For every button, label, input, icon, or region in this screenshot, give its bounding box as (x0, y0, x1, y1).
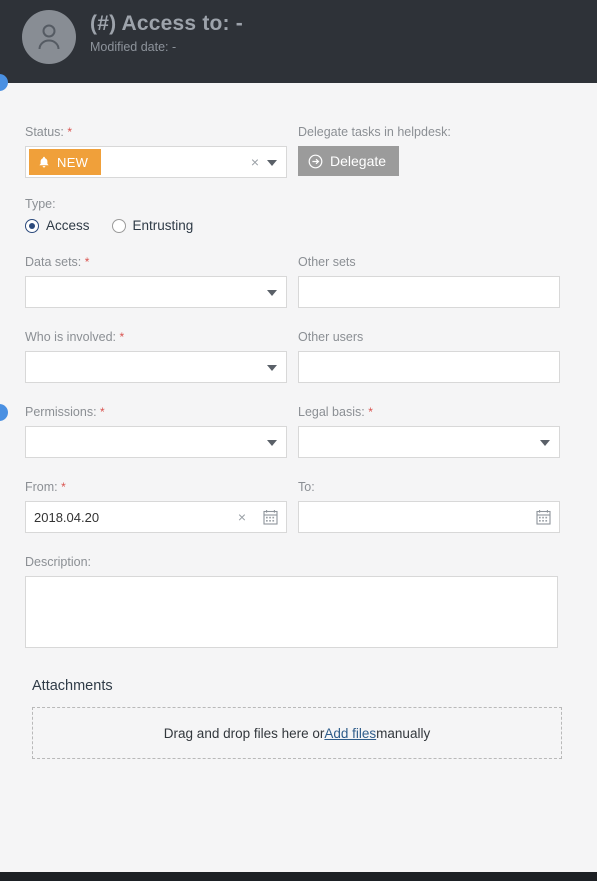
description-label: Description: (25, 555, 91, 569)
other-sets-group: Other sets (298, 254, 560, 308)
description-textarea[interactable] (25, 576, 558, 648)
modified-date: Modified date: - (90, 40, 177, 54)
row-dates: From: * 2018.04.20 × To: (25, 479, 572, 533)
required-marker: * (84, 255, 90, 269)
access-form: Status: * NEW × Delegate tasks in helpde… (25, 124, 572, 759)
legal-basis-group: Legal basis: * (298, 404, 560, 458)
from-date-clear-icon[interactable]: × (238, 509, 246, 525)
chevron-down-icon[interactable] (540, 440, 550, 446)
from-date-value: 2018.04.20 (34, 509, 100, 525)
user-avatar-icon (22, 10, 76, 64)
legal-basis-label: Legal basis: * (298, 405, 373, 419)
other-users-group: Other users (298, 329, 560, 383)
radio-access-label: Access (46, 218, 90, 233)
page-title: (#) Access to: - (90, 12, 243, 35)
arrow-circle-right-icon (308, 154, 323, 169)
other-users-label: Other users (298, 330, 364, 344)
other-users-input[interactable] (298, 351, 560, 383)
chevron-down-icon[interactable] (267, 440, 277, 446)
type-group: Type: Access Entrusting (25, 196, 572, 233)
radio-entrusting-control[interactable] (111, 218, 126, 233)
radio-access-control[interactable] (25, 218, 39, 233)
to-group: To: (298, 479, 560, 533)
to-label: To: (298, 480, 315, 494)
status-badge: NEW (29, 149, 102, 175)
dropzone-text-before: Drag and drop files here or (163, 725, 325, 741)
to-date-input[interactable] (298, 501, 560, 533)
row-status: Status: * NEW × Delegate tasks in helpde… (25, 124, 572, 178)
required-marker: * (67, 125, 73, 139)
row-data-sets: Data sets: * Other sets (25, 254, 572, 308)
permissions-label: Permissions: * (25, 405, 105, 419)
radio-entrusting[interactable]: Entrusting (111, 218, 194, 233)
required-marker: * (100, 405, 105, 419)
status-label: Status: * (25, 125, 73, 139)
type-radio-group: Access Entrusting (25, 218, 572, 233)
from-date-input[interactable]: 2018.04.20 × (25, 501, 287, 533)
dropzone-text-after: manually (376, 725, 431, 741)
required-marker: * (119, 330, 125, 344)
who-involved-select[interactable] (25, 351, 287, 383)
page-header: (#) Access to: - Modified date: - (0, 0, 597, 83)
status-select[interactable]: NEW × (25, 146, 287, 178)
status-clear-icon[interactable]: × (251, 154, 259, 170)
who-involved-group: Who is involved: * (25, 329, 287, 383)
calendar-icon[interactable] (263, 509, 278, 528)
form-body: Status: * NEW × Delegate tasks in helpde… (0, 83, 597, 872)
chevron-down-icon[interactable] (267, 365, 277, 371)
permissions-group: Permissions: * (25, 404, 287, 458)
permissions-select[interactable] (25, 426, 287, 458)
header-text-block: (#) Access to: - Modified date: - (90, 8, 243, 55)
radio-access[interactable]: Access (25, 218, 90, 233)
from-label: From: * (25, 480, 66, 494)
data-sets-label: Data sets: * (25, 255, 90, 269)
chevron-down-icon[interactable] (267, 160, 277, 166)
delegate-button-label: Delegate (330, 153, 387, 169)
bell-icon (38, 156, 50, 169)
other-sets-input[interactable] (298, 276, 560, 308)
status-group: Status: * NEW × (25, 124, 287, 178)
radio-entrusting-label: Entrusting (132, 218, 194, 233)
type-label: Type: (25, 197, 56, 211)
row-permissions: Permissions: * Legal basis: * (25, 404, 572, 458)
attachments-title: Attachments (32, 678, 113, 694)
legal-basis-select[interactable] (298, 426, 560, 458)
data-sets-select[interactable] (25, 276, 287, 308)
from-group: From: * 2018.04.20 × (25, 479, 287, 533)
delegate-label: Delegate tasks in helpdesk: (298, 125, 451, 139)
required-marker: * (368, 405, 373, 419)
description-group: Description: (25, 554, 572, 648)
row-who-involved: Who is involved: * Other users (25, 329, 572, 383)
attachments-dropzone[interactable]: Drag and drop files here or Add files ma… (32, 707, 562, 759)
other-sets-label: Other sets (298, 255, 356, 269)
status-badge-label: NEW (57, 154, 89, 170)
required-marker: * (61, 480, 66, 494)
who-involved-label: Who is involved: * (25, 330, 125, 344)
attachments-section: Attachments Drag and drop files here or … (25, 678, 572, 759)
delegate-group: Delegate tasks in helpdesk: Delegate (298, 124, 560, 178)
data-sets-group: Data sets: * (25, 254, 287, 308)
add-files-link[interactable]: Add files (324, 726, 376, 741)
chevron-down-icon[interactable] (267, 290, 277, 296)
calendar-icon[interactable] (536, 509, 551, 528)
bottom-bar (0, 872, 597, 881)
delegate-button[interactable]: Delegate (298, 146, 400, 176)
